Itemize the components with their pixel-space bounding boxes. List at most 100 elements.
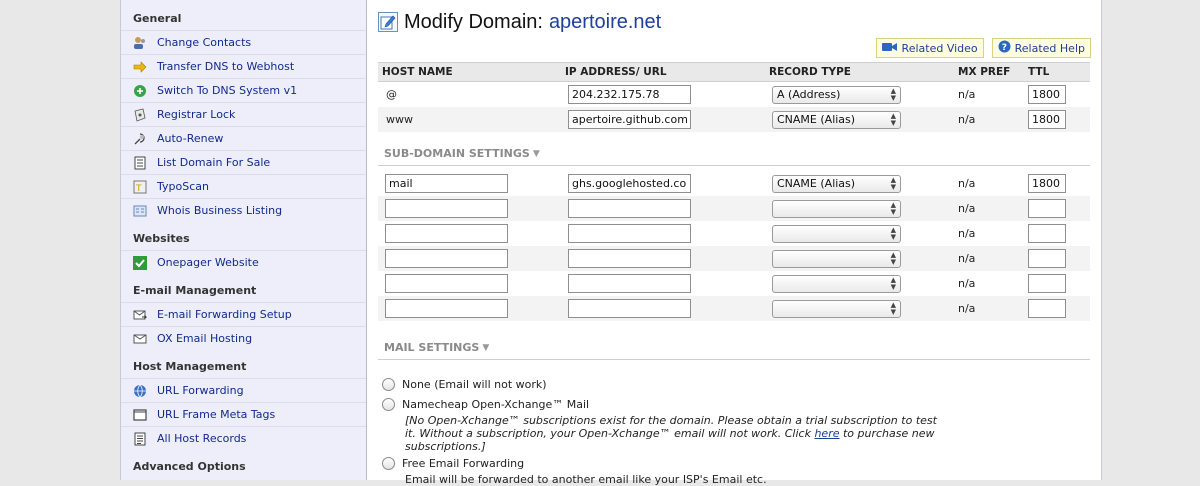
related-video-label: Related Video — [901, 41, 978, 55]
mx-pref-text: n/a — [958, 227, 976, 240]
host-name-input[interactable] — [385, 299, 508, 318]
record-type-value: CNAME (Alias) — [777, 113, 856, 126]
table-row: CNAME (Alias) ▲▼ n/a — [378, 171, 1090, 196]
sidebar-section-title: Advanced Options — [133, 460, 246, 473]
ttl-input[interactable] — [1028, 174, 1066, 193]
ip-address-input[interactable] — [568, 110, 691, 129]
select-arrows-icon: ▲ ▼ — [890, 300, 896, 316]
record-type-select[interactable]: ▲ ▼ — [772, 274, 901, 293]
sidebar-section-title: E-mail Management — [133, 284, 257, 297]
table-row: ▲ ▼ n/a — [378, 271, 1090, 296]
sidebar-item-label: URL Forwarding — [157, 384, 244, 397]
ttl-input[interactable] — [1028, 249, 1066, 268]
sidebar-item-label: Registrar Lock — [157, 108, 236, 121]
sidebar-item-change-contacts[interactable]: Change Contacts — [121, 30, 366, 54]
record-type-select[interactable]: ▲ ▼ — [772, 299, 901, 318]
radio-button[interactable] — [382, 377, 395, 391]
ip-address-input[interactable] — [568, 274, 691, 293]
sidebar-item-label: All Host Records — [157, 432, 247, 445]
edit-icon — [378, 12, 398, 32]
sidebar-item-whois-listing[interactable]: Whois Business Listing — [121, 198, 366, 222]
sidebar-item-label: URL Frame Meta Tags — [157, 408, 276, 421]
ttl-input[interactable] — [1028, 299, 1066, 318]
sidebar-item-onepager[interactable]: Onepager Website — [121, 250, 366, 274]
table-row: @ A (Address) ▲▼ n/a — [378, 82, 1090, 107]
collapse-arrow-icon: ▼ — [532, 148, 540, 159]
sidebar-item-list-domain[interactable]: List Domain For Sale — [121, 150, 366, 174]
sidebar-item-email-forwarding[interactable]: E-mail Forwarding Setup — [121, 302, 366, 326]
sidebar: General Change Contacts Transfer DNS to … — [121, 0, 367, 480]
mx-pref-text: n/a — [958, 177, 976, 190]
select-arrows-icon: ▲ ▼ — [890, 225, 896, 241]
radio-button[interactable] — [382, 397, 395, 411]
host-name-input[interactable] — [385, 199, 508, 218]
sidebar-item-label: E-mail Forwarding Setup — [157, 308, 292, 321]
sidebar-item-url-forwarding[interactable]: URL Forwarding — [121, 378, 366, 402]
mx-pref-text: n/a — [958, 252, 976, 265]
column-header-ttl: TTL — [1028, 66, 1050, 78]
sidebar-item-all-host-records[interactable]: All Host Records — [121, 426, 366, 450]
help-links: Related Video ? Related Help — [875, 38, 1091, 58]
ip-address-input[interactable] — [568, 299, 691, 318]
ip-address-input[interactable] — [568, 85, 691, 104]
ip-address-input[interactable] — [568, 249, 691, 268]
host-name-input[interactable] — [385, 224, 508, 243]
sidebar-item-switch-dns[interactable]: Switch To DNS System v1 — [121, 78, 366, 102]
ttl-input[interactable] — [1028, 199, 1066, 218]
mx-pref-text: n/a — [958, 202, 976, 215]
dns-records-table: HOST NAME IP ADDRESS/ URL RECORD TYPE MX… — [378, 62, 1090, 360]
sidebar-section-advanced: Advanced Options — [121, 450, 366, 478]
sidebar-item-transfer-dns[interactable]: Transfer DNS to Webhost — [121, 54, 366, 78]
mail-option-forwarding[interactable]: Free Email Forwarding — [382, 453, 1022, 473]
ip-address-input[interactable] — [568, 174, 691, 193]
subdomain-settings-header[interactable]: SUB-DOMAIN SETTINGS ▼ — [378, 142, 1090, 166]
page-frame: General Change Contacts Transfer DNS to … — [120, 0, 1103, 486]
whois-icon — [133, 204, 147, 218]
related-video-button[interactable]: Related Video — [875, 38, 984, 58]
sidebar-item-typoscan[interactable]: T TypoScan — [121, 174, 366, 198]
sidebar-item-url-frame[interactable]: URL Frame Meta Tags — [121, 402, 366, 426]
table-row: ▲ ▼ n/a — [378, 296, 1090, 321]
record-type-select[interactable]: ▲ ▼ — [772, 224, 901, 243]
ttl-input[interactable] — [1028, 274, 1066, 293]
mail-option-ox[interactable]: Namecheap Open-Xchange™ Mail — [382, 394, 1022, 414]
radio-button[interactable] — [382, 456, 395, 470]
sidebar-item-ox-email[interactable]: OX Email Hosting — [121, 326, 366, 350]
sidebar-item-auto-renew[interactable]: Auto-Renew — [121, 126, 366, 150]
ttl-input[interactable] — [1028, 85, 1066, 104]
record-type-select[interactable]: CNAME (Alias) ▲ ▼ — [772, 110, 901, 129]
host-name-text: www — [386, 113, 413, 126]
table-row: ▲ ▼ n/a — [378, 246, 1090, 271]
column-header-type: RECORD TYPE — [769, 66, 851, 78]
sidebar-item-registrar-lock[interactable]: Registrar Lock — [121, 102, 366, 126]
ttl-input[interactable] — [1028, 110, 1066, 129]
record-type-select[interactable]: ▲ ▼ — [772, 249, 901, 268]
sidebar-section-host: Host Management URL Forwarding URL Frame… — [121, 350, 366, 450]
sidebar-item-label: Auto-Renew — [157, 132, 224, 145]
email-forward-icon — [133, 308, 147, 322]
mail-settings: None (Email will not work) Namecheap Ope… — [382, 374, 1022, 486]
ip-address-input[interactable] — [568, 199, 691, 218]
record-type-select[interactable]: A (Address) ▲ ▼ — [772, 85, 901, 104]
mail-option-none[interactable]: None (Email will not work) — [382, 374, 1022, 394]
record-type-select[interactable]: CNAME (Alias) ▲ ▼ — [772, 174, 901, 193]
frame-icon — [133, 408, 147, 422]
svg-text:T: T — [135, 184, 142, 194]
record-type-select[interactable]: ▲ ▼ — [772, 199, 901, 218]
checkmark-icon — [133, 255, 147, 270]
main-content: Modify Domain: apertoire.net Related Vid… — [368, 0, 1103, 486]
sidebar-section-title: General — [133, 12, 182, 25]
host-name-input[interactable] — [385, 249, 508, 268]
purchase-subscription-link[interactable]: here — [814, 427, 839, 440]
host-name-input[interactable] — [385, 274, 508, 293]
table-row: www CNAME (Alias) ▲▼ n/a — [378, 107, 1090, 132]
ttl-input[interactable] — [1028, 224, 1066, 243]
domain-name: apertoire.net — [548, 10, 662, 33]
host-name-input[interactable] — [385, 174, 508, 193]
ip-address-input[interactable] — [568, 224, 691, 243]
envelope-icon — [133, 332, 147, 346]
mail-settings-header[interactable]: MAIL SETTINGS ▼ — [378, 336, 1090, 360]
related-help-button[interactable]: ? Related Help — [991, 38, 1091, 58]
sidebar-section-general: General Change Contacts Transfer DNS to … — [121, 0, 366, 222]
table-header: HOST NAME IP ADDRESS/ URL RECORD TYPE MX… — [378, 62, 1090, 82]
